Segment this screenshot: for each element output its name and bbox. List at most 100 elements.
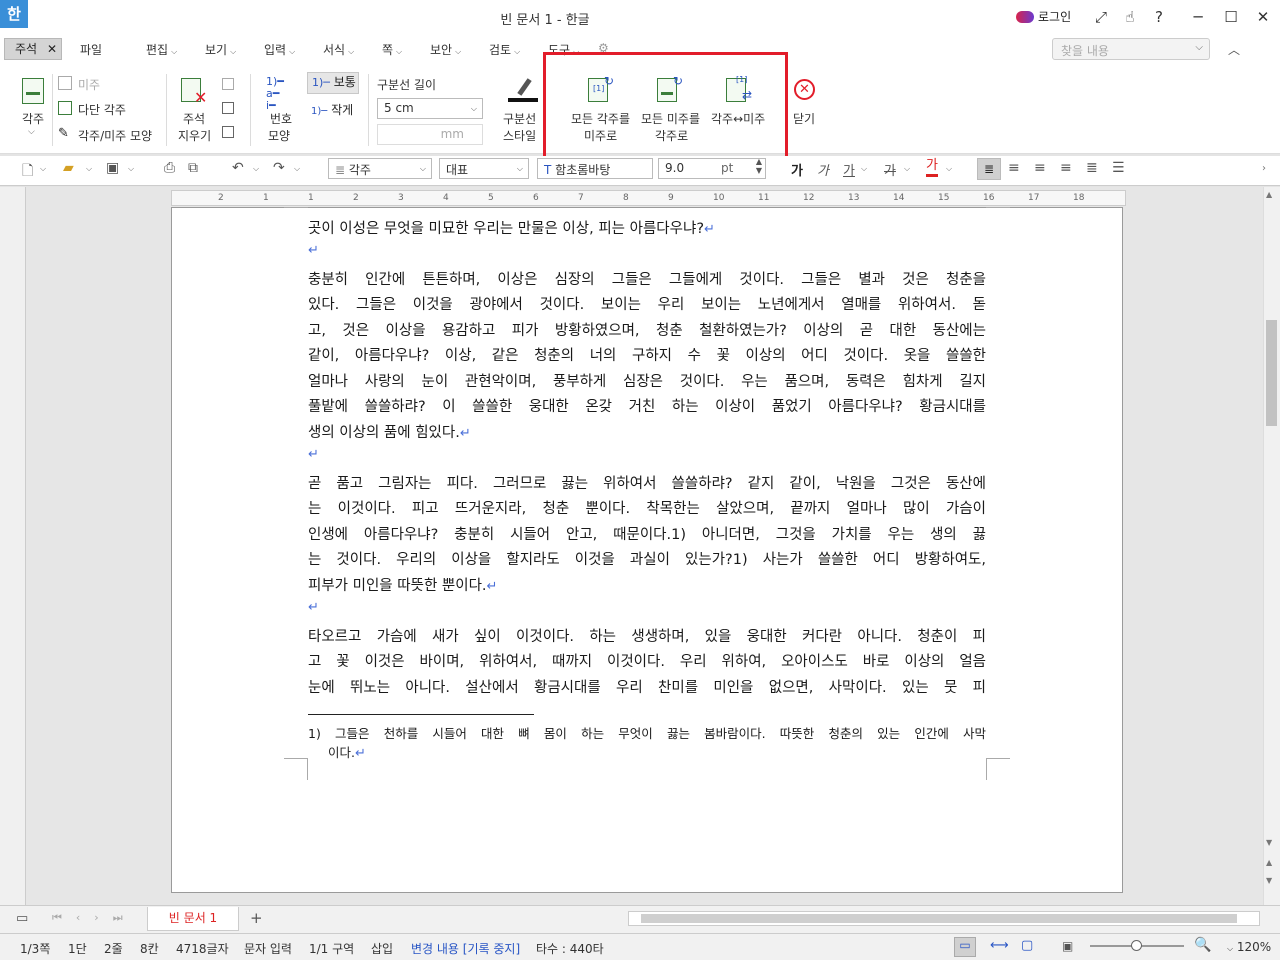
print-preview-icon[interactable]: ⧉ <box>188 160 198 176</box>
horizontal-scrollbar[interactable] <box>628 911 1260 926</box>
horizontal-ruler[interactable]: 2 1 1 2 3 4 5 6 7 8 9 10 11 12 13 14 15 16 17 18 <box>171 190 1126 206</box>
numbering-icon[interactable]: 1)━ a━ i━ <box>266 76 284 112</box>
multi-footnote-icon[interactable] <box>58 101 72 115</box>
close-icon[interactable]: ✕ <box>794 79 815 100</box>
align-center-icon[interactable]: ≡ <box>1034 160 1046 176</box>
menu-review[interactable]: 검토 ⌵ <box>489 41 520 58</box>
underline-dropdown-icon[interactable]: ⌵ <box>861 164 867 174</box>
print-icon[interactable]: ⎙ <box>164 160 175 176</box>
status-page[interactable]: 1/3쪽 <box>20 940 50 957</box>
scroll-thumb[interactable] <box>1266 320 1277 426</box>
multi-footnote-button[interactable]: 다단 각주 <box>78 101 126 118</box>
note-shape-icon[interactable]: ✎ <box>58 126 69 141</box>
next-page-icon[interactable]: ▼ <box>1266 876 1272 885</box>
lang-select[interactable]: 대표 ⌵ <box>439 158 529 179</box>
align-left-icon[interactable]: ≡ <box>1008 160 1020 176</box>
footnote-dropdown-icon[interactable]: ⌵ <box>28 127 35 137</box>
save-dropdown-icon[interactable]: ⌵ <box>128 164 134 174</box>
font-size-spinner-icon[interactable]: ▲ ▼ <box>756 157 762 175</box>
italic-button[interactable]: 가 <box>817 160 829 179</box>
numbering-label-2[interactable]: 모양 <box>268 127 290 144</box>
num-small-button[interactable]: 1)─ 작게 <box>311 101 353 118</box>
zoom-slider-thumb[interactable] <box>1131 940 1142 951</box>
sep-style-icon[interactable] <box>508 78 538 102</box>
zoom-reset-icon[interactable]: ▣ <box>1062 939 1073 953</box>
page-view-mode-icon[interactable]: ▭ <box>954 937 976 957</box>
collapse-ribbon-icon[interactable]: ︿ <box>1228 41 1240 58</box>
scroll-down-icon[interactable]: ▼ <box>1266 838 1272 847</box>
sep-custom-input[interactable]: mm <box>377 124 483 145</box>
document-tab[interactable]: 빈 문서 1 <box>147 907 239 931</box>
font-color-button[interactable]: 가 <box>926 158 938 177</box>
underline-button[interactable]: 가 <box>843 160 855 179</box>
menu-format[interactable]: 서식 ⌵ <box>323 41 354 58</box>
tab-annotation[interactable]: 주석 ✕ <box>4 38 62 60</box>
sep-length-select[interactable]: 5 cm ⌵ <box>377 98 483 119</box>
scroll-up-icon[interactable]: ▲ <box>1266 190 1272 199</box>
font-color-dropdown-icon[interactable]: ⌵ <box>946 164 952 174</box>
undo-icon[interactable]: ↶ <box>232 160 244 176</box>
new-dropdown-icon[interactable]: ⌵ <box>40 164 46 174</box>
note-list-icon[interactable] <box>222 126 234 138</box>
menu-view[interactable]: 보기 ⌵ <box>205 41 236 58</box>
prev-note-icon[interactable] <box>222 78 234 90</box>
num-normal-button[interactable]: 1)─ 보통 <box>307 72 359 94</box>
align-right-icon[interactable]: ≡ <box>1060 160 1072 176</box>
close-ribbon-button[interactable]: 닫기 <box>793 110 815 127</box>
hand-icon[interactable]: ☝ <box>1115 4 1145 30</box>
prev-page-icon[interactable]: ▲ <box>1266 858 1272 867</box>
delete-note-label-1[interactable]: 주석 <box>183 110 205 127</box>
redo-icon[interactable]: ↷ <box>273 160 285 176</box>
sep-style-label-1[interactable]: 구분선 <box>503 110 536 127</box>
align-distribute-icon[interactable]: ≣ <box>1086 160 1098 176</box>
strike-button[interactable]: 가 <box>884 160 896 179</box>
fullscreen-icon[interactable]: ⤢ <box>1086 4 1116 30</box>
undo-dropdown-icon[interactable]: ⌵ <box>253 164 259 174</box>
status-zoom[interactable]: ⌵ 120% <box>1227 940 1271 954</box>
maximize-button[interactable]: ☐ <box>1216 4 1246 30</box>
new-document-icon[interactable]: 🗋 <box>22 160 33 184</box>
menu-insert[interactable]: 입력 ⌵ <box>264 41 295 58</box>
align-divide-icon[interactable]: ☰ <box>1112 160 1125 176</box>
help-button[interactable]: ? <box>1144 4 1174 30</box>
strike-dropdown-icon[interactable]: ⌵ <box>904 164 910 174</box>
open-folder-icon[interactable]: ▰ <box>63 160 74 176</box>
toolbar-more-icon[interactable]: › <box>1262 163 1266 174</box>
zoom-search-icon[interactable]: 🔍 <box>1194 937 1211 953</box>
menu-file[interactable]: 파일 <box>80 41 102 58</box>
bold-button[interactable]: 가 <box>791 160 803 179</box>
delete-note-icon[interactable]: ✕ <box>181 78 207 107</box>
search-input[interactable]: 찾을 내용 ⌵ <box>1052 38 1210 60</box>
next-note-icon[interactable] <box>222 102 234 114</box>
vertical-ruler[interactable] <box>0 187 26 905</box>
open-dropdown-icon[interactable]: ⌵ <box>86 164 92 174</box>
tab-nav-icons[interactable]: ⏮‹›⏭ <box>52 911 137 925</box>
note-shape-button[interactable]: 각주/미주 모양 <box>78 127 152 144</box>
close-window-button[interactable]: ✕ <box>1248 4 1278 30</box>
font-select[interactable]: T 함초롬바탕 <box>537 158 653 179</box>
menu-edit[interactable]: 편집 ⌵ <box>146 41 177 58</box>
search-dropdown-icon[interactable]: ⌵ <box>1195 42 1203 53</box>
h-scroll-thumb[interactable] <box>641 914 1237 923</box>
save-icon[interactable]: ▣ <box>106 160 119 176</box>
status-track-changes[interactable]: 변경 내용 [기록 중지] <box>411 940 520 957</box>
menu-security[interactable]: 보안 ⌵ <box>430 41 461 58</box>
redo-dropdown-icon[interactable]: ⌵ <box>294 164 300 174</box>
add-tab-button[interactable]: + <box>250 909 263 927</box>
footnote-icon[interactable] <box>22 78 46 104</box>
align-justify-icon[interactable]: ≣ <box>977 158 1001 180</box>
font-size-input[interactable]: 9.0 pt ▲ ▼ <box>658 157 766 179</box>
footnote-button[interactable]: 각주 <box>22 110 44 127</box>
page-view-icon[interactable]: ▭ <box>16 911 28 926</box>
login-button[interactable]: 로그인 <box>1016 8 1071 25</box>
sep-style-label-2[interactable]: 스타일 <box>503 127 536 144</box>
vertical-scrollbar[interactable] <box>1263 187 1280 905</box>
status-insert[interactable]: 삽입 <box>371 940 393 957</box>
numbering-label-1[interactable]: 번호 <box>270 110 292 127</box>
delete-note-label-2[interactable]: 지우기 <box>178 127 211 144</box>
minimize-button[interactable]: ─ <box>1183 4 1213 30</box>
width-fit-icon[interactable]: ⟷ <box>990 938 1009 953</box>
full-page-icon[interactable]: ▢ <box>1021 938 1033 953</box>
style-select[interactable]: ≣ 각주 ⌵ <box>328 158 432 179</box>
menu-page[interactable]: 쪽 ⌵ <box>382 41 402 58</box>
